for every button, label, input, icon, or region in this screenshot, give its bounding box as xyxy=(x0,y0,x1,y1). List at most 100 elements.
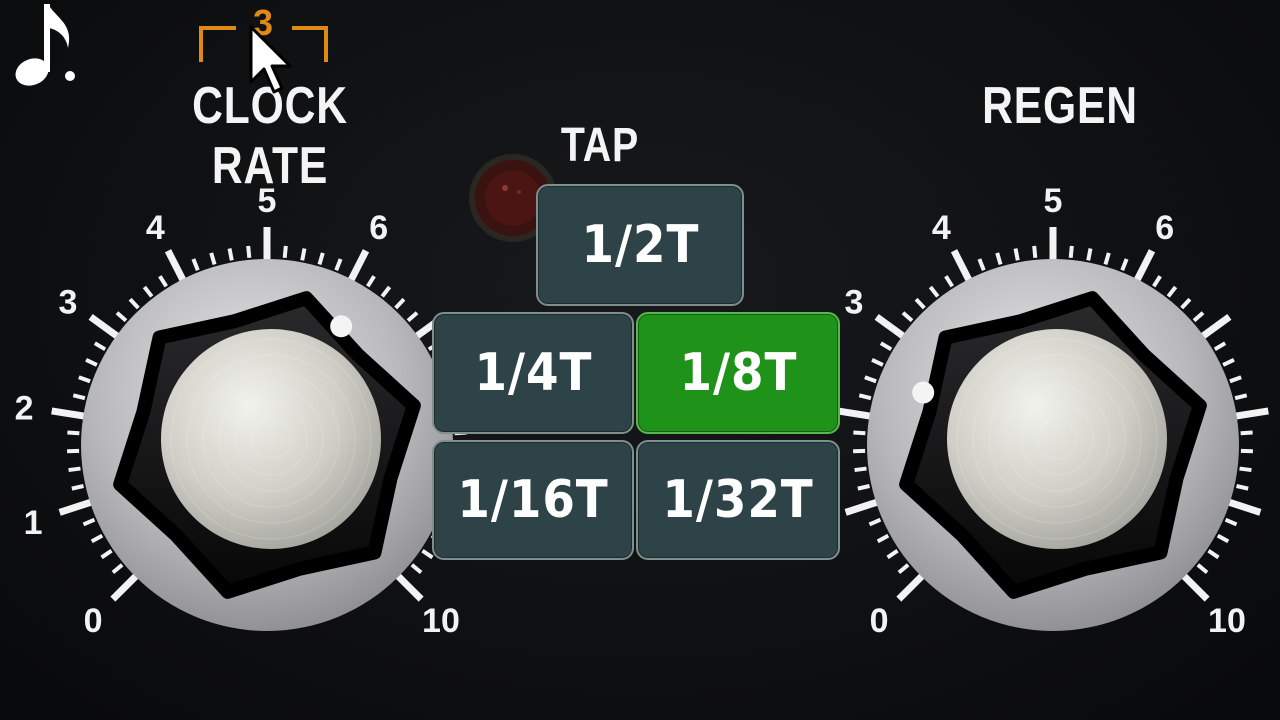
clock-rate-minor-tick xyxy=(93,341,107,352)
division-1-2t-label: 1/2T xyxy=(581,215,699,275)
clock-rate-minor-tick xyxy=(334,258,343,271)
regen-minor-tick xyxy=(1236,484,1249,491)
division-1-32t-label: 1/32T xyxy=(662,470,814,530)
regen-minor-tick xyxy=(1240,430,1253,436)
regen-minor-tick xyxy=(1103,252,1111,266)
clock-rate-minor-tick xyxy=(380,285,392,298)
clock-rate-minor-tick xyxy=(82,517,96,527)
clock-rate-minor-tick xyxy=(100,549,113,560)
clock-rate-scale-0: 0 xyxy=(84,602,103,640)
regen-scale-10: 10 xyxy=(1208,602,1246,640)
clock-rate-knob-cap[interactable] xyxy=(161,329,381,549)
plugin-title xyxy=(500,0,920,2)
division-1-16t-label: 1/16T xyxy=(457,470,609,530)
clock-rate-scale-2: 2 xyxy=(15,390,34,428)
regen-minor-tick xyxy=(1166,285,1178,298)
clock-rate-minor-tick xyxy=(128,297,140,310)
regen-minor-tick xyxy=(871,358,884,367)
regen-minor-tick xyxy=(854,466,867,473)
regen-minor-tick xyxy=(1234,393,1248,401)
clock-rate-minor-tick xyxy=(78,375,91,384)
regen-minor-tick xyxy=(886,549,899,560)
regen-minor-tick xyxy=(914,297,926,310)
regen-scale-0: 0 xyxy=(870,602,889,640)
regen-scale-4: 4 xyxy=(932,209,951,247)
regen-minor-tick xyxy=(1213,341,1227,352)
clock-rate-minor-tick xyxy=(191,258,200,271)
regen-minor-tick xyxy=(901,311,914,323)
regen-knob-pointer-dot xyxy=(912,381,935,404)
division-1-32t-button[interactable]: 1/32T xyxy=(636,440,840,560)
regen-minor-tick xyxy=(858,393,872,401)
regen-minor-tick xyxy=(1152,275,1162,288)
regen-minor-tick xyxy=(864,375,877,384)
clock-rate-minor-tick xyxy=(394,297,406,310)
regen-minor-tick xyxy=(876,533,890,544)
clock-rate-minor-tick xyxy=(90,533,104,544)
division-1-8t-button[interactable]: 1/8T xyxy=(636,312,840,434)
clock-rate-minor-tick xyxy=(366,275,376,288)
clock-rate-minor-tick xyxy=(209,252,217,266)
division-1-4t-button[interactable]: 1/4T xyxy=(432,312,634,434)
clock-rate-scale-4: 4 xyxy=(146,209,165,247)
mouse-pointer-icon xyxy=(249,25,292,94)
clock-rate-minor-tick xyxy=(300,248,307,261)
clock-rate-minor-tick xyxy=(68,466,81,473)
clock-rate-minor-tick xyxy=(246,245,252,259)
clock-rate-minor-tick xyxy=(142,285,154,298)
regen-minor-tick xyxy=(1180,297,1192,310)
clock-rate-minor-tick xyxy=(67,430,80,436)
regen-minor-tick xyxy=(1120,258,1129,271)
regen-minor-tick xyxy=(1013,248,1020,261)
regen-minor-tick xyxy=(857,484,870,491)
tap-label: TAP xyxy=(560,119,640,172)
clock-rate-minor-tick xyxy=(227,248,234,261)
regen-minor-tick xyxy=(868,517,882,527)
clock-rate-scale-3: 3 xyxy=(59,283,78,321)
division-1-2t-button[interactable]: 1/2T xyxy=(536,184,744,306)
regen-minor-tick xyxy=(1068,245,1074,259)
clock-rate-minor-tick xyxy=(71,484,84,491)
clock-rate-scale-10: 10 xyxy=(422,602,460,640)
clock-rate-minor-tick xyxy=(115,311,128,323)
clock-rate-minor-tick xyxy=(282,245,288,259)
clock-rate-minor-tick xyxy=(72,393,86,401)
clock-rate-minor-tick xyxy=(406,311,419,323)
regen-minor-tick xyxy=(1229,375,1242,384)
regen-minor-tick xyxy=(897,563,910,575)
clock-rate-scale-6: 6 xyxy=(369,209,388,247)
regen-minor-tick xyxy=(1224,517,1238,527)
regen-minor-tick xyxy=(928,285,940,298)
clock-rate-minor-tick xyxy=(317,252,325,266)
regen-minor-tick xyxy=(944,275,954,288)
clock-rate-minor-tick xyxy=(111,563,124,575)
clock-rate-scale-1: 1 xyxy=(24,504,43,542)
division-1-16t-button[interactable]: 1/16T xyxy=(432,440,634,560)
regen-minor-tick xyxy=(1222,358,1235,367)
regen-minor-tick xyxy=(1086,248,1093,261)
regen-minor-tick xyxy=(995,252,1003,266)
regen-label: REGEN xyxy=(982,77,1138,135)
clock-rate-knob-pointer-dot xyxy=(330,315,353,338)
regen-scale-6: 6 xyxy=(1155,209,1174,247)
regen-minor-tick xyxy=(1216,533,1230,544)
regen-minor-tick xyxy=(977,258,986,271)
regen-scale-5: 5 xyxy=(1044,182,1063,220)
clock-rate-minor-tick xyxy=(85,358,98,367)
regen-scale-3: 3 xyxy=(845,283,864,321)
eighth-note-icon[interactable] xyxy=(8,0,78,92)
regen-minor-tick xyxy=(879,341,893,352)
regen-minor-tick xyxy=(853,430,866,436)
regen-knob[interactable]: 012345610 xyxy=(801,182,1269,640)
regen-minor-tick xyxy=(1032,245,1038,259)
division-1-8t-label: 1/8T xyxy=(679,343,797,403)
regen-minor-tick xyxy=(1239,466,1252,473)
regen-minor-tick xyxy=(1196,563,1209,575)
regen-minor-tick xyxy=(1192,311,1205,323)
clock-rate-minor-tick xyxy=(410,563,423,575)
clock-rate-minor-tick xyxy=(421,549,434,560)
division-1-4t-label: 1/4T xyxy=(474,343,592,403)
clock-rate-minor-tick xyxy=(158,275,168,288)
regen-knob-cap[interactable] xyxy=(947,329,1167,549)
regen-minor-tick xyxy=(1207,549,1220,560)
